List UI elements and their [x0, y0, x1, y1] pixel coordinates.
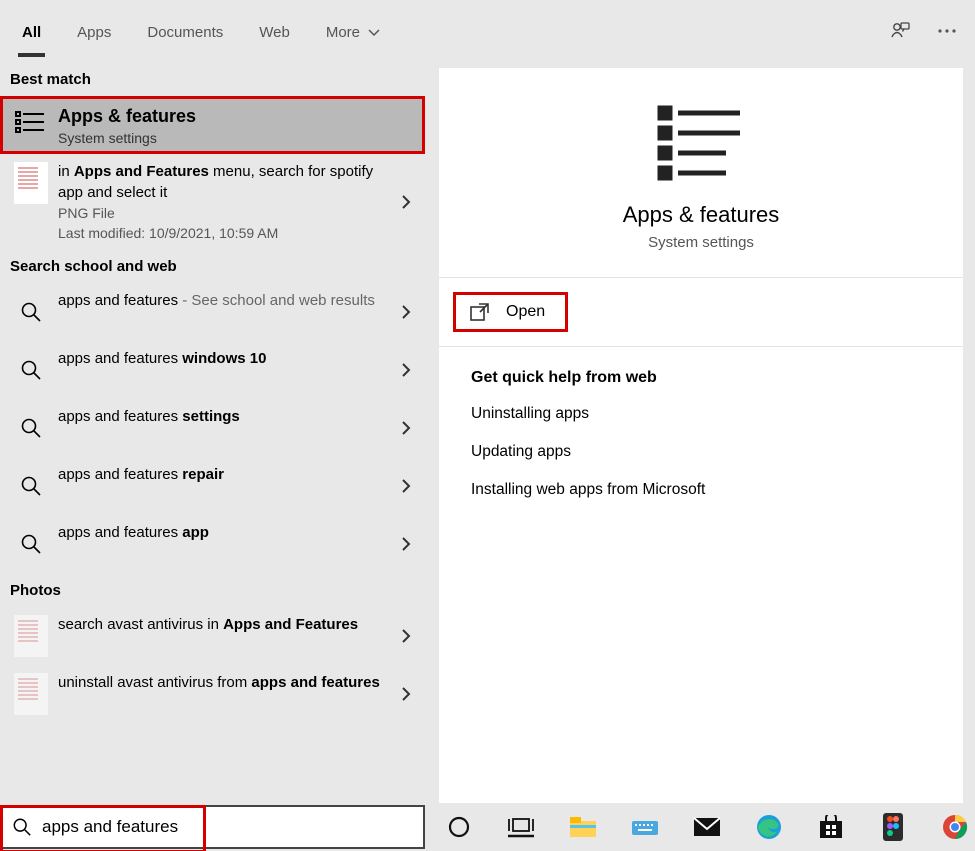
web-result-2[interactable]: apps and features windows 10: [0, 341, 425, 399]
taskbar: [0, 803, 975, 851]
open-label: Open: [506, 303, 545, 321]
tab-documents[interactable]: Documents: [143, 6, 227, 57]
search-icon: [10, 523, 52, 565]
result-filetype: PNG File: [58, 205, 389, 221]
result-apps-and-features[interactable]: Apps & features System settings: [0, 96, 425, 154]
help-link-update[interactable]: Updating apps: [439, 433, 963, 471]
more-options-icon[interactable]: [937, 28, 957, 34]
search-input[interactable]: [42, 807, 423, 847]
preview-panel: Apps & features System settings Open Get…: [439, 68, 963, 803]
result-title: apps and features repair: [58, 465, 389, 485]
chevron-right-icon: [401, 686, 411, 702]
web-result-1[interactable]: apps and features - See school and web r…: [0, 283, 425, 341]
section-school-web: Search school and web: [0, 249, 425, 283]
search-icon: [10, 407, 52, 449]
tab-apps[interactable]: Apps: [73, 6, 115, 57]
taskbar-chrome-icon[interactable]: [939, 811, 971, 843]
chevron-right-icon: [401, 194, 411, 210]
tab-more-label: More: [326, 24, 360, 41]
search-icon: [2, 817, 42, 837]
result-title: apps and features - See school and web r…: [58, 291, 389, 311]
file-thumbnail-icon: [10, 615, 52, 657]
web-result-3[interactable]: apps and features settings: [0, 399, 425, 457]
settings-list-icon: [10, 104, 52, 146]
chevron-right-icon: [401, 628, 411, 644]
chevron-right-icon: [401, 362, 411, 378]
open-button[interactable]: Open: [453, 292, 568, 332]
chevron-right-icon: [401, 420, 411, 436]
help-link-install-web[interactable]: Installing web apps from Microsoft: [439, 471, 963, 509]
search-icon: [10, 465, 52, 507]
taskbar-taskview-icon[interactable]: [505, 811, 537, 843]
help-link-uninstall[interactable]: Uninstalling apps: [439, 395, 963, 433]
taskbar-figma-icon[interactable]: [877, 811, 909, 843]
preview-title: Apps & features: [439, 202, 963, 228]
chevron-right-icon: [401, 478, 411, 494]
result-modified: Last modified: 10/9/2021, 10:59 AM: [58, 225, 389, 241]
tab-all[interactable]: All: [18, 6, 45, 57]
photo-result-2[interactable]: uninstall avast antivirus from apps and …: [0, 665, 425, 723]
result-title: apps and features windows 10: [58, 349, 389, 369]
preview-subtitle: System settings: [439, 234, 963, 251]
web-result-5[interactable]: apps and features app: [0, 515, 425, 573]
feedback-icon[interactable]: [889, 20, 911, 42]
taskbar-edge-icon[interactable]: [753, 811, 785, 843]
taskbar-keyboard-icon[interactable]: [629, 811, 661, 843]
result-title: uninstall avast antivirus from apps and …: [58, 673, 389, 693]
result-title: in Apps and Features menu, search for sp…: [58, 162, 389, 203]
result-subtitle: System settings: [58, 130, 389, 146]
search-icon: [10, 349, 52, 391]
taskbar-cortana-icon[interactable]: [443, 811, 475, 843]
web-result-4[interactable]: apps and features repair: [0, 457, 425, 515]
result-png-file[interactable]: in Apps and Features menu, search for sp…: [0, 154, 425, 249]
search-box[interactable]: [0, 805, 425, 849]
section-best-match: Best match: [0, 62, 425, 96]
help-header: Get quick help from web: [439, 347, 963, 395]
chevron-right-icon: [401, 304, 411, 320]
open-icon: [470, 303, 490, 321]
taskbar-store-icon[interactable]: [815, 811, 847, 843]
tab-web[interactable]: Web: [255, 6, 294, 57]
photo-result-1[interactable]: search avast antivirus in Apps and Featu…: [0, 607, 425, 665]
search-icon: [10, 291, 52, 333]
preview-large-icon: [439, 68, 963, 196]
file-thumbnail-icon: [10, 162, 52, 204]
search-filter-bar: All Apps Documents Web More: [0, 0, 975, 62]
section-photos: Photos: [0, 573, 425, 607]
taskbar-mail-icon[interactable]: [691, 811, 723, 843]
tab-more[interactable]: More: [322, 6, 384, 57]
result-title: apps and features settings: [58, 407, 389, 427]
file-thumbnail-icon: [10, 673, 52, 715]
chevron-right-icon: [401, 536, 411, 552]
result-title: Apps & features: [58, 104, 389, 128]
result-title: search avast antivirus in Apps and Featu…: [58, 615, 389, 635]
taskbar-file-explorer-icon[interactable]: [567, 811, 599, 843]
chevron-down-icon: [368, 29, 380, 37]
result-title: apps and features app: [58, 523, 389, 543]
